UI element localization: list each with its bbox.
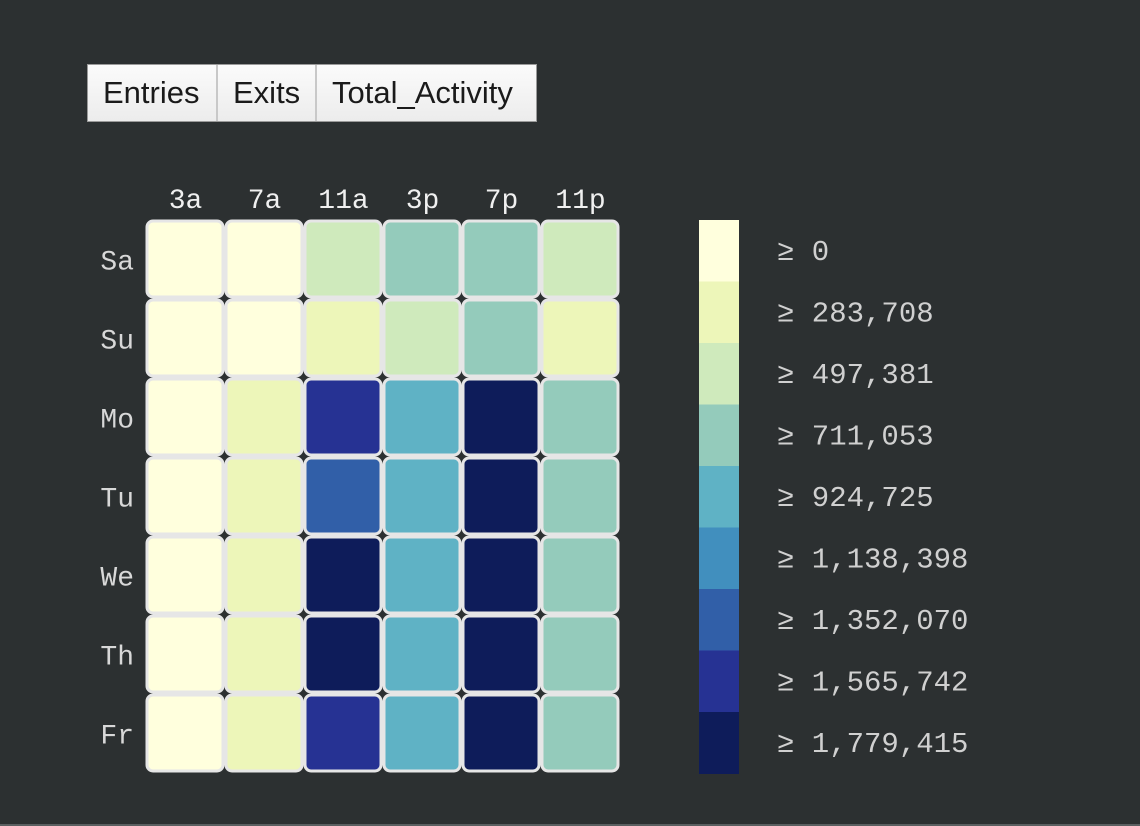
legend-swatch [699,466,739,528]
legend-label: ≥ 1,138,398 [777,544,968,577]
heatmap-cell [303,693,383,773]
heatmap-cell [540,693,620,773]
legend-label: ≥ 1,779,415 [777,728,968,761]
heatmap-cell [303,456,383,536]
x-tick-label: 11a [318,186,368,217]
heatmap-cell [303,298,383,378]
heatmap-cell [145,377,225,457]
legend-swatch [699,527,739,590]
y-tick-label: Fr [100,722,134,753]
legend-swatch [699,404,739,467]
heatmap-cell [540,219,620,299]
heatmap-cell [540,614,620,694]
heatmap-cell [382,298,462,378]
legend-label: ≥ 1,352,070 [777,605,968,638]
x-tick-label: 11p [555,186,605,217]
heatmap-cell [303,377,383,457]
heatmap-cell [224,298,304,378]
heatmap-cell [382,535,462,615]
heatmap-cell [461,377,541,457]
heatmap-cell [382,219,462,299]
heatmap-cell [461,219,541,299]
y-tick-label: Su [100,327,134,358]
heatmap-cell [145,219,225,299]
heatmap-cell [540,377,620,457]
legend-label: ≥ 497,381 [777,359,934,392]
heatmap-cell [540,298,620,378]
y-tick-label: Sa [100,248,134,279]
heatmap-cell [382,693,462,773]
heatmap-cell [224,456,304,536]
heatmap-cell [382,456,462,536]
heatmap-cell [461,614,541,694]
legend-swatch [699,343,739,405]
heatmap-cell [145,614,225,694]
heatmap-cell [461,693,541,773]
heatmap-cell [303,535,383,615]
heatmap-cell [224,693,304,773]
heatmap-cell [382,614,462,694]
x-tick-label: 3p [406,186,440,217]
heatmap-cell [461,535,541,615]
legend-label: ≥ 1,565,742 [777,667,968,700]
legend-swatch [699,281,739,344]
y-tick-label: Tu [100,485,134,516]
heatmap-cell [224,377,304,457]
heatmap-cell [224,219,304,299]
x-tick-label: 7p [485,186,519,217]
y-tick-label: Th [100,643,134,674]
heatmap-cell [540,535,620,615]
heatmap-cell [145,535,225,615]
x-tick-label: 7a [248,186,282,217]
legend-label: ≥ 924,725 [777,482,934,515]
legend-label: ≥ 711,053 [777,421,934,454]
heatmap-cell [382,377,462,457]
heatmap-cell [145,693,225,773]
heatmap-cell [461,456,541,536]
legend-swatch [699,712,739,774]
heatmap-cell [224,614,304,694]
legend-swatch [699,220,739,282]
heatmap-cell [224,535,304,615]
y-tick-label: We [100,564,134,595]
heatmap-cell [540,456,620,536]
legend-swatch [699,650,739,713]
heatmap-cell [145,298,225,378]
heatmap-cell [145,456,225,536]
legend-label: ≥ 283,708 [777,298,934,331]
heatmap-cell [461,298,541,378]
heatmap-chart: 3a 7a 11a 3p 7p 11p Sa Su Mo Tu We Th Fr ≥ 0 ≥ 283,708… [100,186,968,774]
heatmap-cell [303,219,383,299]
y-tick-label: Mo [100,406,134,437]
heatmap-cell [303,614,383,694]
legend-swatch [699,589,739,651]
x-tick-label: 3a [169,186,203,217]
legend-label: ≥ 0 [777,236,829,269]
